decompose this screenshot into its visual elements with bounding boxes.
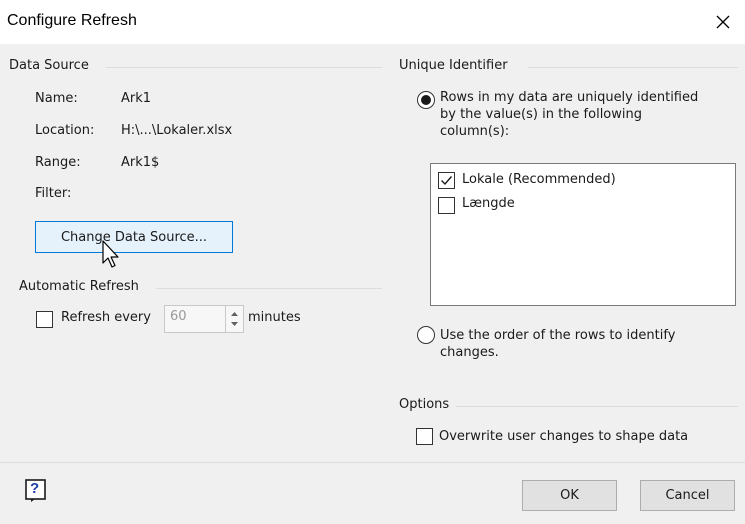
change-data-source-button[interactable]: Change Data Source...	[35, 221, 233, 253]
uniquely-identified-line-2: by the value(s) in the following	[440, 107, 642, 122]
cancel-label: Cancel	[665, 488, 710, 503]
column-checkbox-laengde[interactable]	[438, 197, 455, 214]
checkmark-icon	[441, 176, 453, 186]
name-value: Ark1	[121, 91, 152, 106]
refresh-every-checkbox[interactable]	[36, 311, 53, 328]
dialog-title: Configure Refresh	[7, 12, 137, 29]
refresh-interval-spinner[interactable]: 60	[164, 305, 244, 333]
location-label: Location:	[35, 123, 95, 138]
mouse-cursor-icon	[102, 240, 119, 268]
spinner-arrows-icon	[231, 312, 238, 326]
options-divider	[456, 406, 738, 407]
order-of-rows-radio[interactable]	[417, 326, 435, 344]
range-value: Ark1$	[121, 155, 160, 170]
column-label-lokale: Lokale (Recommended)	[462, 172, 616, 187]
automatic-refresh-group-label: Automatic Refresh	[19, 279, 139, 294]
refresh-every-label: Refresh every	[61, 310, 151, 325]
title-bar: Configure Refresh	[0, 0, 745, 44]
uniquely-identified-line-3: column(s):	[440, 124, 510, 139]
configure-refresh-dialog: Configure Refresh Data Source Name: Ark1…	[0, 0, 745, 524]
cancel-button[interactable]: Cancel	[640, 480, 735, 511]
overwrite-user-changes-checkbox[interactable]	[416, 428, 433, 445]
column-checkbox-lokale[interactable]	[438, 172, 455, 189]
radio-selected-dot	[421, 95, 431, 105]
data-source-divider	[106, 67, 382, 68]
ok-label: OK	[560, 488, 579, 503]
identifier-columns-list[interactable]: Lokale (Recommended) Længde	[430, 163, 736, 306]
automatic-refresh-divider	[156, 288, 382, 289]
uniquely-identified-text: Rows in my data are uniquely identified …	[440, 89, 698, 140]
minutes-label: minutes	[248, 310, 301, 325]
order-of-rows-text: Use the order of the rows to identify ch…	[440, 327, 675, 361]
close-icon	[716, 15, 730, 29]
ok-button[interactable]: OK	[522, 480, 617, 511]
close-button[interactable]	[701, 0, 745, 44]
name-label: Name:	[35, 91, 78, 106]
help-glyph: ?	[30, 480, 40, 497]
range-label: Range:	[35, 155, 81, 170]
dialog-footer: ? OK Cancel	[0, 462, 745, 524]
options-group-label: Options	[399, 397, 450, 412]
unique-identifier-group-label: Unique Identifier	[399, 58, 508, 73]
location-value: H:\...\Lokaler.xlsx	[121, 123, 233, 138]
change-data-source-label: Change Data Source...	[60, 229, 208, 245]
order-of-rows-line-2: changes.	[440, 345, 499, 360]
unique-identifier-divider	[528, 67, 738, 68]
uniquely-identified-line-1: Rows in my data are uniquely identified	[440, 90, 699, 105]
order-of-rows-line-1: Use the order of the rows to identify	[440, 328, 676, 343]
refresh-interval-value: 60	[170, 309, 187, 324]
column-label-laengde: Længde	[462, 196, 515, 211]
uniquely-identified-radio[interactable]	[417, 91, 435, 109]
help-button[interactable]: ?	[25, 479, 47, 503]
data-source-group-label: Data Source	[9, 58, 89, 73]
filter-label: Filter:	[35, 186, 72, 201]
spinner-arrows[interactable]	[225, 306, 243, 332]
overwrite-user-changes-label: Overwrite user changes to shape data	[439, 429, 689, 444]
